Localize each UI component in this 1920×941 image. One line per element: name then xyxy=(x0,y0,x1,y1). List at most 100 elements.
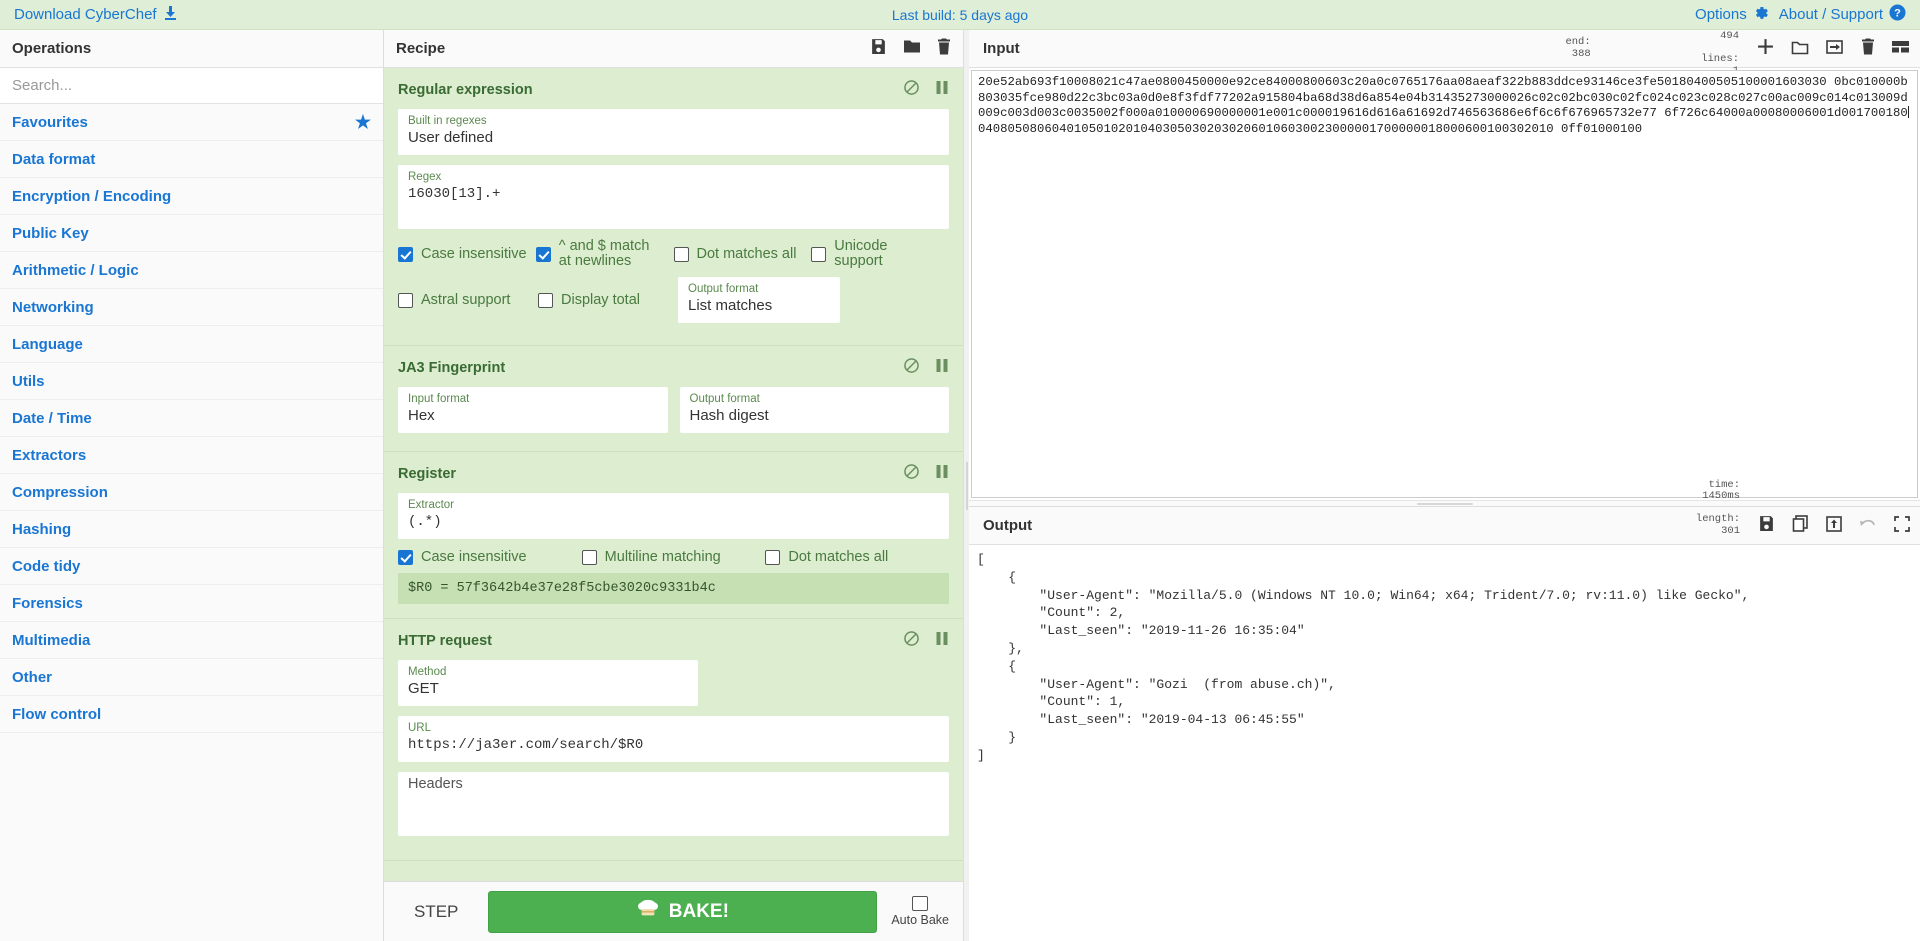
search-input[interactable] xyxy=(0,68,383,103)
gear-icon[interactable] xyxy=(1753,5,1769,25)
operations-category-hashing[interactable]: Hashing xyxy=(0,511,383,548)
operations-category-date-time[interactable]: Date / Time xyxy=(0,400,383,437)
clear-io-icon[interactable] xyxy=(1861,38,1875,59)
save-recipe-icon[interactable] xyxy=(870,38,887,59)
download-icon[interactable] xyxy=(164,5,177,24)
replace-input-icon[interactable] xyxy=(1826,515,1842,536)
maximise-output-icon[interactable] xyxy=(1894,515,1910,536)
field-url[interactable]: URL https://ja3er.com/search/$R0 xyxy=(398,716,949,762)
download-cyberchef-label[interactable]: Download CyberChef xyxy=(14,6,157,23)
field-extractor[interactable]: Extractor (.*) xyxy=(398,493,949,539)
operations-category-forensics[interactable]: Forensics xyxy=(0,585,383,622)
field-value[interactable]: Hash digest xyxy=(690,406,940,426)
add-tab-icon[interactable] xyxy=(1757,38,1774,59)
operations-category-arithmetic-logic[interactable]: Arithmetic / Logic xyxy=(0,252,383,289)
recipe-operation-name: JA3 Fingerprint xyxy=(398,359,506,376)
checkbox-box[interactable] xyxy=(765,549,781,565)
checkbox-box[interactable] xyxy=(398,549,413,565)
field-value[interactable]: (.*) xyxy=(408,512,939,532)
breakpoint-pause-icon[interactable] xyxy=(935,631,949,650)
operations-category-extractors[interactable]: Extractors xyxy=(0,437,383,474)
breakpoint-pause-icon[interactable] xyxy=(935,80,949,99)
checkbox-case-insensitive[interactable]: Case insensitive xyxy=(398,246,536,262)
about-support-button[interactable]: About / Support ? xyxy=(1779,4,1906,25)
question-circle-icon[interactable]: ? xyxy=(1889,4,1906,25)
checkbox-box[interactable] xyxy=(535,246,551,262)
operations-category-other[interactable]: Other xyxy=(0,659,383,696)
options-label[interactable]: Options xyxy=(1695,6,1747,23)
auto-bake-toggle[interactable]: Auto Bake xyxy=(891,896,949,927)
checkbox-case-insensitive[interactable]: Case insensitive xyxy=(398,549,582,565)
checkbox-box[interactable] xyxy=(398,246,413,262)
checkbox-box[interactable] xyxy=(673,246,689,262)
checkbox-multiline-matching[interactable]: Multiline matching xyxy=(581,549,766,565)
auto-bake-checkbox[interactable] xyxy=(912,896,929,911)
field-regex[interactable]: Regex 16030[13].+ xyxy=(398,165,949,229)
checkbox-and-match-at-newlines[interactable]: ^ and $ match at newlines xyxy=(535,238,674,269)
output-textarea[interactable]: [ { "User-Agent": "Mozilla/5.0 (Windows … xyxy=(969,545,1920,941)
clear-recipe-icon[interactable] xyxy=(937,38,951,59)
recipe-operation[interactable]: HTTP request Method GET URL https://ja3er.co… xyxy=(384,619,963,861)
checkbox-box[interactable] xyxy=(538,292,553,308)
field-value[interactable]: GET xyxy=(408,679,688,699)
operations-category-public-key[interactable]: Public Key xyxy=(0,215,383,252)
checkbox-dot-matches-all[interactable]: Dot matches all xyxy=(673,246,812,262)
field-output-format[interactable]: Output format Hash digest xyxy=(679,387,949,433)
recipe-operation[interactable]: JA3 Fingerprint Input format Hex Output for… xyxy=(384,346,963,452)
load-recipe-icon[interactable] xyxy=(903,38,921,59)
operations-category-networking[interactable]: Networking xyxy=(0,289,383,326)
breakpoint-pause-icon[interactable] xyxy=(935,358,949,377)
checkbox-astral-support[interactable]: Astral support xyxy=(398,292,538,308)
field-built-in-regexes[interactable]: Built in regexes User defined xyxy=(398,109,949,155)
field-value[interactable]: List matches xyxy=(688,296,830,316)
operations-category-list[interactable]: Favourites ★ Data format Encryption / Encod… xyxy=(0,104,383,941)
checkbox-dot-matches-all[interactable]: Dot matches all xyxy=(765,549,949,565)
disable-operation-icon[interactable] xyxy=(904,80,919,99)
input-end-value: 388 xyxy=(1571,47,1591,60)
recipe-operation-list[interactable]: Regular expression Built in regexes User d… xyxy=(384,68,963,881)
operations-category-compression[interactable]: Compression xyxy=(0,474,383,511)
input-textarea[interactable]: 20e52ab693f10008021c47ae0800450000e92ce8… xyxy=(971,70,1918,498)
checkbox-display-total[interactable]: Display total xyxy=(538,292,678,308)
disable-operation-icon[interactable] xyxy=(904,464,919,483)
field-value[interactable]: User defined xyxy=(408,128,939,148)
checkbox-box[interactable] xyxy=(811,246,827,262)
operations-category-data-format[interactable]: Data format xyxy=(0,141,383,178)
operations-category-language[interactable]: Language xyxy=(0,326,383,363)
open-folder-icon[interactable] xyxy=(1791,39,1809,59)
field-method[interactable]: Method GET xyxy=(398,660,698,706)
about-support-label[interactable]: About / Support xyxy=(1779,6,1883,23)
step-button[interactable]: STEP xyxy=(398,896,474,928)
output-header: Output time: 1450ms length: 301 lines: 1… xyxy=(969,479,1920,571)
field-output-format[interactable]: Output format List matches xyxy=(678,277,840,323)
checkbox-box[interactable] xyxy=(581,549,597,565)
field-value[interactable]: 16030[13].+ xyxy=(408,184,939,204)
disable-operation-icon[interactable] xyxy=(904,358,919,377)
checkbox-box[interactable] xyxy=(398,292,413,308)
recipe-operation[interactable]: Regular expression Built in regexes User d… xyxy=(384,68,963,346)
operations-category-multimedia[interactable]: Multimedia xyxy=(0,622,383,659)
reset-pane-layout-icon[interactable] xyxy=(1892,40,1910,58)
operations-category-encryption-encoding[interactable]: Encryption / Encoding xyxy=(0,178,383,215)
operations-category-code-tidy[interactable]: Code tidy xyxy=(0,548,383,585)
bake-button[interactable]: BAKE! xyxy=(488,890,878,933)
operations-category-flow-control[interactable]: Flow control xyxy=(0,696,383,733)
operations-category-utils[interactable]: Utils xyxy=(0,363,383,400)
field-value[interactable]: https://ja3er.com/search/$R0 xyxy=(408,735,939,755)
download-cyberchef-link[interactable]: Download CyberChef xyxy=(14,5,177,24)
copy-output-icon[interactable] xyxy=(1792,515,1809,536)
field-value[interactable]: Hex xyxy=(408,406,658,426)
input-title: Input xyxy=(983,40,1020,57)
field-headers[interactable]: Headers xyxy=(398,772,949,836)
operations-category-favourites[interactable]: Favourites ★ xyxy=(0,104,383,141)
checkbox-label: ^ and $ match at newlines xyxy=(558,238,650,269)
disable-operation-icon[interactable] xyxy=(904,631,919,650)
field-input-format[interactable]: Input format Hex xyxy=(398,387,668,433)
breakpoint-pause-icon[interactable] xyxy=(935,464,949,483)
open-file-as-input-icon[interactable] xyxy=(1826,39,1844,59)
recipe-operation[interactable]: Register Extractor (.*) Case insensitive Mul… xyxy=(384,452,963,619)
undo-icon[interactable] xyxy=(1859,517,1877,535)
options-button[interactable]: Options xyxy=(1695,5,1769,25)
save-output-icon[interactable] xyxy=(1758,515,1775,536)
checkbox-unicode-support[interactable]: Unicode support xyxy=(811,239,949,269)
